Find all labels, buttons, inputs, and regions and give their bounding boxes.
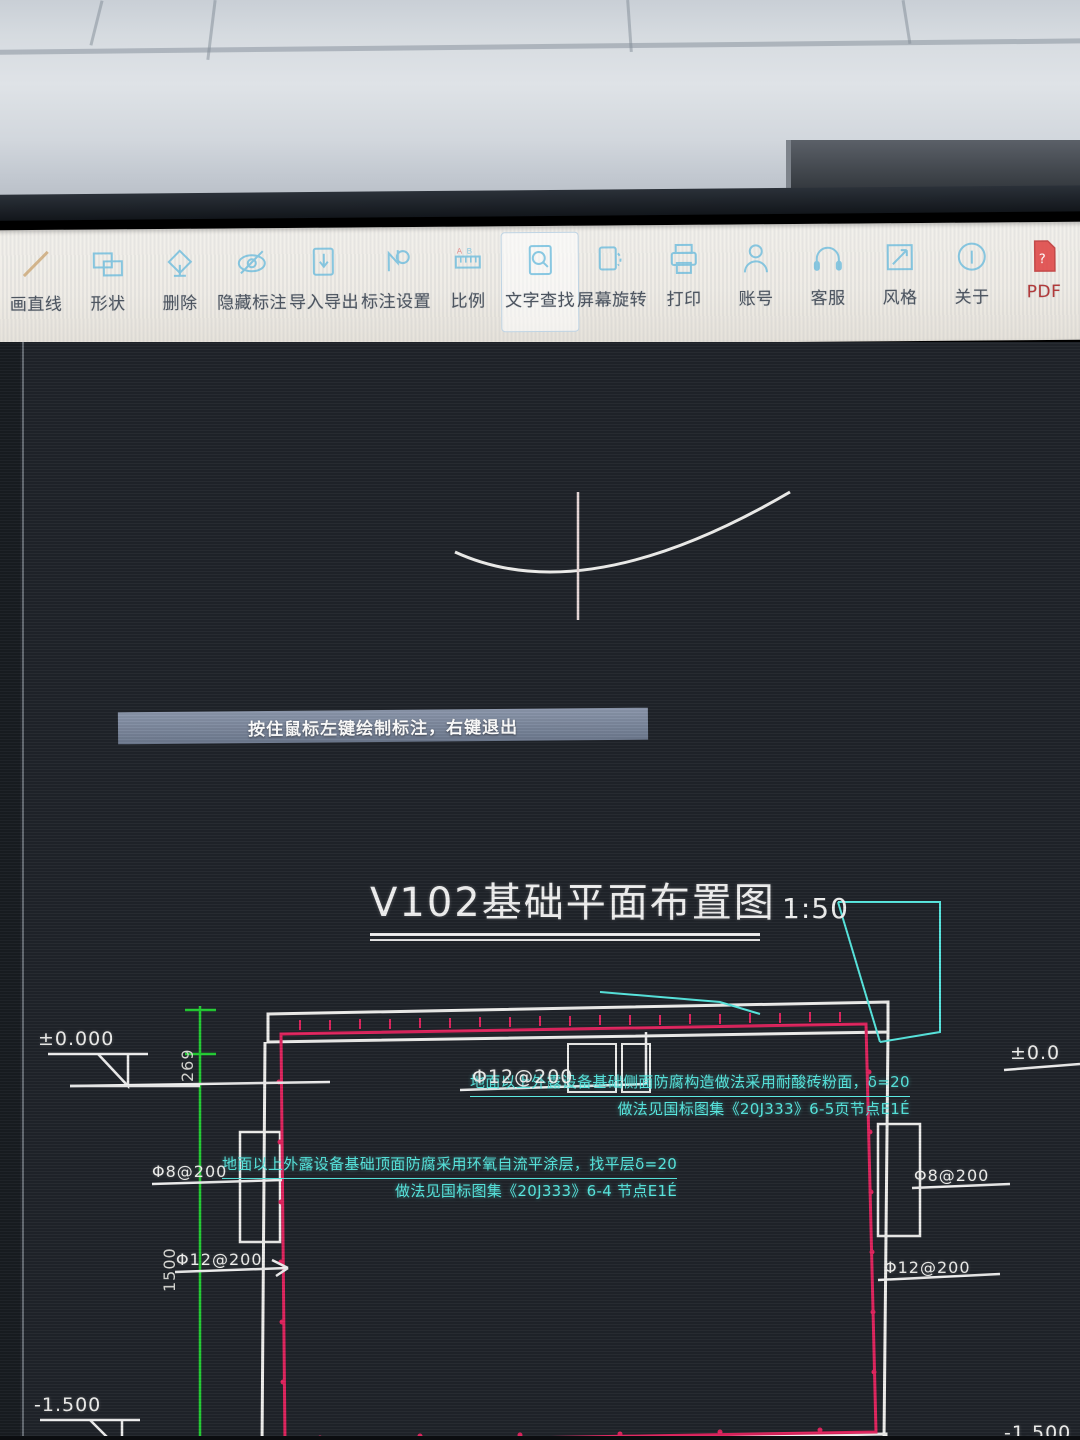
toolbar-label: 画直线 (9, 294, 63, 316)
headset-icon (808, 238, 848, 278)
line-icon (16, 244, 56, 284)
toolbar-button-annotation-settings[interactable]: 标注设置 (360, 227, 433, 346)
account-icon (736, 238, 776, 278)
hide-annotation-icon (232, 242, 272, 282)
toolbar-label: 打印 (666, 289, 702, 311)
annotation-settings-icon (376, 241, 416, 281)
note-block-2: 地面以上外露设备基础顶面防腐采用环氧自流平涂层，找平层δ=20 做法见国标图集《… (222, 1154, 678, 1203)
toolbar-button-scale[interactable]: A B 比例 (432, 226, 505, 345)
toolbar-button-text-search[interactable]: 文字查找 (504, 226, 577, 345)
toolbar-label: 比例 (450, 291, 486, 312)
note-1-line-2: 做法见国标图集《20J333》6-5页节点E1É (617, 1099, 910, 1118)
screenshot-root: 画直线 形状 删除 隐藏标注 导入导出 标注设置 A B 比例 文字查找 屏幕旋转 打印 账号 客服 风格 关… (0, 0, 1080, 1440)
print-icon (664, 239, 704, 279)
svg-text:?: ? (1039, 252, 1046, 267)
toolbar-button-delete[interactable]: 删除 (144, 229, 217, 348)
app-toolbar: 画直线 形状 删除 隐藏标注 导入导出 标注设置 A B 比例 文字查找 屏幕旋转 打印 账号 客服 风格 关… (0, 221, 1080, 349)
elevation-label-bottom-left: -1.500 (34, 1394, 102, 1416)
title-underline-thick (370, 933, 760, 936)
toolbar-button-line[interactable]: 画直线 (0, 230, 72, 349)
toolbar-label: 文字查找 (505, 290, 576, 312)
toolbar-button-import-export[interactable]: 导入导出 (288, 227, 361, 346)
text-search-icon (520, 240, 560, 280)
import-export-icon (304, 242, 344, 282)
toolbar-items: 画直线 形状 删除 隐藏标注 导入导出 标注设置 A B 比例 文字查找 屏幕旋转 打印 账号 客服 风格 关… (0, 222, 1080, 348)
toolbar-button-info[interactable]: 关于 (936, 222, 1009, 341)
drawing-scale: 1:50 (782, 892, 849, 925)
rebar-label-left-upper: Φ8@200 (152, 1162, 228, 1181)
scale-icon: AB (448, 240, 488, 280)
note-2-line-2: 做法见国标图集《20J333》6-4 节点E1É (395, 1181, 678, 1200)
rebar-label-left-lower: Φ12@200 (176, 1250, 263, 1269)
svg-text:A: A (457, 247, 463, 256)
monitor-screen: 画直线 形状 删除 隐藏标注 导入导出 标注设置 A B 比例 文字查找 屏幕旋转 打印 账号 客服 风格 关… (0, 212, 1080, 1440)
toolbar-button-account[interactable]: 账号 (720, 224, 793, 343)
canvas-hint-tooltip: 按住鼠标左键绘制标注，右键退出 (117, 707, 649, 745)
ceiling-seam (901, 0, 912, 44)
drawing-canvas[interactable]: 按住鼠标左键绘制标注，右键退出 V102基础平面布置图 1:50 地面以上外露设… (0, 342, 1080, 1440)
rebar-label-top-center: Φ12@200 (472, 1066, 574, 1088)
rebar-label-right-upper: Φ8@200 (914, 1166, 990, 1185)
dimension-top-vertical: 269 (178, 1048, 197, 1082)
toolbar-label: 删除 (162, 293, 198, 314)
shape-icon (88, 243, 128, 283)
toolbar-button-headset[interactable]: 客服 (792, 223, 865, 342)
drawing-title: V102基础平面布置图 (370, 880, 776, 926)
toolbar-button-screen-rotate[interactable]: 屏幕旋转 (576, 225, 649, 344)
elevation-label-top-right: ±0.0 (1010, 1042, 1061, 1064)
canvas-hint-text: 按住鼠标左键绘制标注，右键退出 (247, 717, 519, 740)
toolbar-button-shape[interactable]: 形状 (72, 229, 145, 348)
note-2-line-1: 地面以上外露设备基础顶面防腐采用环氧自流平涂层，找平层δ=20 (222, 1154, 678, 1179)
info-icon (952, 236, 992, 276)
room-background-photo (0, 0, 1080, 200)
rebar-label-right-lower: Φ12@200 (884, 1258, 971, 1277)
toolbar-label: 标注设置 (361, 291, 432, 313)
toolbar-button-style[interactable]: 风格 (864, 223, 937, 342)
elevation-label-top-left: ±0.000 (38, 1028, 115, 1050)
toolbar-button-pdf[interactable]: ? PDF (1008, 222, 1080, 341)
svg-text:B: B (467, 247, 472, 256)
toolbar-label: 账号 (738, 289, 774, 310)
screen-rotate-icon (592, 239, 632, 279)
ceiling-band (0, 38, 1080, 55)
monitor-bezel-bottom (0, 1436, 1080, 1440)
pdf-icon: ? (1024, 236, 1064, 276)
toolbar-label: 风格 (882, 288, 918, 309)
toolbar-label: 客服 (810, 288, 846, 309)
toolbar-label: 屏幕旋转 (577, 290, 648, 311)
ceiling-seam (89, 0, 104, 46)
toolbar-label: 关于 (954, 287, 990, 308)
title-underline-thin (370, 939, 760, 941)
toolbar-label: 隐藏标注 (217, 293, 288, 314)
delete-icon (160, 243, 200, 283)
toolbar-label: 导入导出 (289, 292, 360, 313)
toolbar-label: 形状 (90, 294, 126, 315)
drawing-title-block: V102基础平面布置图 (370, 870, 776, 941)
style-icon (880, 237, 920, 277)
toolbar-button-print[interactable]: 打印 (648, 225, 721, 344)
toolbar-button-hide-annotation[interactable]: 隐藏标注 (216, 228, 289, 347)
toolbar-label: PDF (1026, 281, 1062, 303)
